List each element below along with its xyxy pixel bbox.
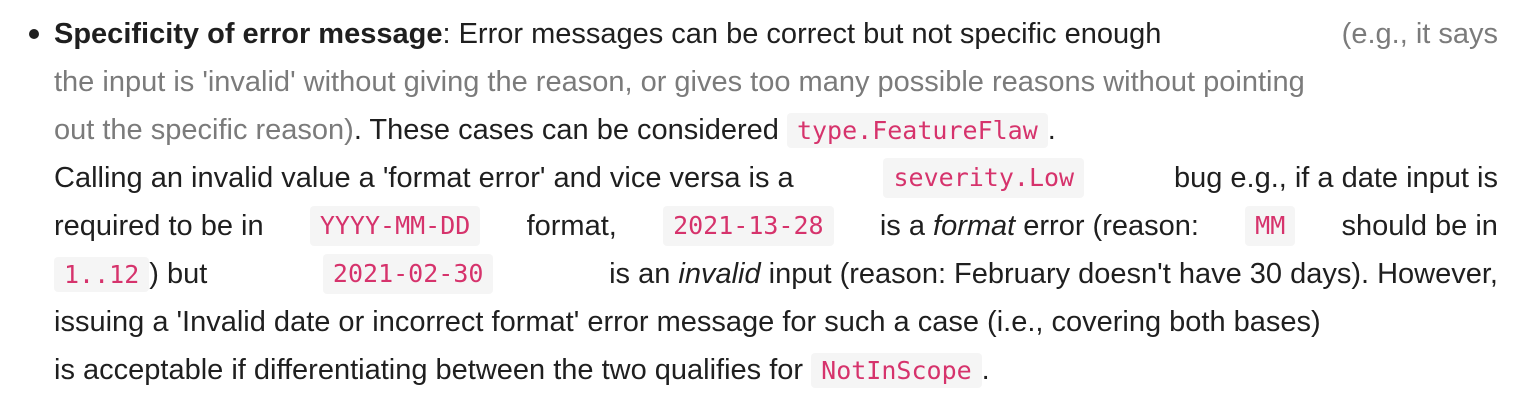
text-line-7: issuing a 'Invalid date or incorrect for…	[54, 298, 1498, 346]
consideration-text: . These cases can be considered	[353, 114, 779, 146]
bug-example-text: bug e.g., if a date input is	[1173, 162, 1498, 194]
code-type-featureflaw: type.FeatureFlaw	[786, 113, 1048, 148]
format-emphasis: format	[933, 210, 1016, 242]
aside-text-start: (e.g., it says	[1341, 18, 1498, 50]
text-line-3: out the specific reason). These cases ca…	[54, 106, 1498, 154]
text-line-5: required to be in YYYY-MM-DD format, 202…	[54, 202, 1498, 250]
is-an-text: is an	[609, 258, 671, 290]
issuing-text: issuing a 'Invalid date or incorrect for…	[54, 306, 1321, 338]
text-line-1: Specificity of error message: Error mess…	[54, 10, 1498, 58]
code-mm: MM	[1245, 206, 1296, 246]
sentence-end: .	[1047, 114, 1056, 146]
aside-text-end: out the specific reason)	[54, 114, 354, 146]
text-line-6: 1..12) but 2021-02-30 is an invalid inpu…	[54, 250, 1498, 298]
bullet-marker	[29, 29, 39, 39]
text-line-8: is acceptable if differentiating between…	[54, 346, 1498, 394]
error-reason-text: error (reason:	[1023, 210, 1199, 242]
code-not-in-scope: NotInScope	[811, 353, 982, 388]
text-line-2: the input is 'invalid' without giving th…	[54, 58, 1498, 106]
final-period: .	[981, 354, 990, 386]
format-text: format,	[526, 210, 617, 242]
code-bad-day-date: 2021-02-30	[322, 254, 494, 294]
intro-text: Error messages can be correct but not sp…	[458, 18, 1162, 50]
acceptable-text: is acceptable if differentiating between…	[54, 354, 804, 386]
is-a-text: is a	[879, 210, 925, 242]
term-colon: :	[442, 18, 451, 50]
should-be-text: should be in	[1341, 210, 1498, 242]
code-month-range: 1..12	[54, 257, 150, 292]
code-date-format: YYYY-MM-DD	[309, 206, 481, 246]
required-text: required to be in	[54, 210, 264, 242]
code-severity-low: severity.Low	[883, 158, 1085, 198]
february-reason-text: input (reason: February doesn't have 30 …	[768, 258, 1498, 290]
aside-text-middle: the input is 'invalid' without giving th…	[54, 66, 1305, 98]
text-line-4: Calling an invalid value a 'format error…	[54, 154, 1498, 202]
invalid-emphasis: invalid	[678, 258, 761, 290]
but-text: ) but	[149, 258, 208, 290]
document-page: Specificity of error message: Error mess…	[0, 0, 1524, 420]
severity-intro-text: Calling an invalid value a 'format error…	[54, 162, 794, 194]
term-heading: Specificity of error message	[54, 18, 443, 50]
code-bad-month-date: 2021-13-28	[663, 206, 834, 246]
list-item: Specificity of error message: Error mess…	[29, 10, 1498, 394]
